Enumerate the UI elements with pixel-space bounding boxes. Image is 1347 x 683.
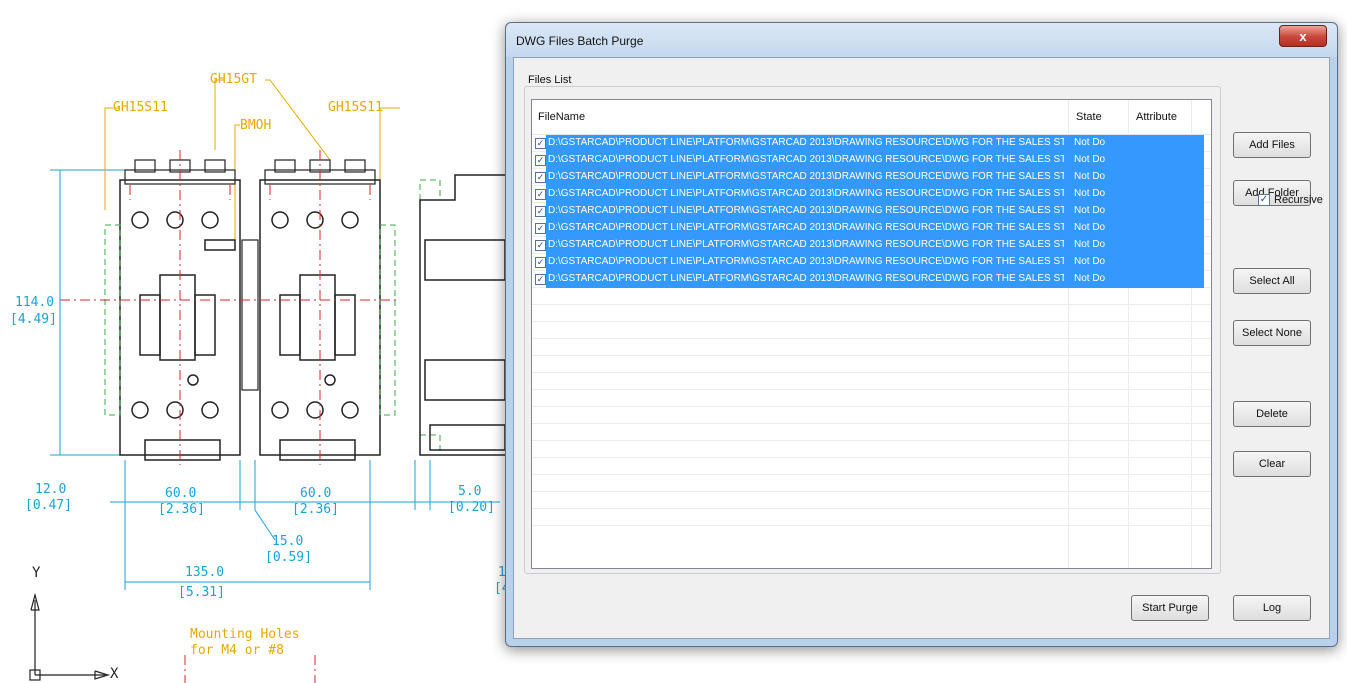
row-filename: D:\GSTARCAD\PRODUCT LINE\PLATFORM\GSTARC…: [548, 171, 1064, 182]
checkmark-icon[interactable]: ✓: [1258, 194, 1270, 207]
dim-135: 135.0: [185, 565, 225, 580]
grid-line: [532, 338, 1211, 339]
row-state: Not Do: [1074, 205, 1106, 216]
row-checkbox[interactable]: ✓: [535, 189, 546, 200]
column-state[interactable]: State: [1076, 111, 1102, 123]
row-state: Not Do: [1074, 273, 1106, 284]
table-row[interactable]: ✓ D:\GSTARCAD\PRODUCT LINE\PLATFORM\GSTAR…: [532, 220, 1211, 237]
ucs-icon: [29, 592, 111, 681]
row-filename: D:\GSTARCAD\PRODUCT LINE\PLATFORM\GSTARC…: [548, 239, 1064, 250]
row-checkbox[interactable]: ✓: [535, 223, 546, 234]
select-none-button[interactable]: Select None: [1233, 320, 1311, 346]
grid-line: [532, 440, 1211, 441]
delete-button[interactable]: Delete: [1233, 401, 1311, 427]
table-row[interactable]: ✓ D:\GSTARCAD\PRODUCT LINE\PLATFORM\GSTAR…: [532, 152, 1211, 169]
files-list[interactable]: FileName State Attribute ✓ D:\GSTARCAD\PR…: [531, 99, 1212, 569]
table-row[interactable]: ✓ D:\GSTARCAD\PRODUCT LINE\PLATFORM\GSTAR…: [532, 271, 1211, 288]
row-state: Not Do: [1074, 171, 1106, 182]
dim-114-in: [4.49]: [10, 312, 57, 327]
grid-line: [532, 491, 1211, 492]
dim-5: 5.0: [458, 484, 482, 499]
add-files-button[interactable]: Add Files: [1233, 132, 1311, 158]
dim-60a: 60.0: [165, 486, 197, 501]
dialog-title: DWG Files Batch Purge: [516, 34, 644, 48]
axis-y-label: Y: [32, 565, 41, 581]
table-row[interactable]: ✓ D:\GSTARCAD\PRODUCT LINE\PLATFORM\GSTAR…: [532, 203, 1211, 220]
row-state: Not Do: [1074, 222, 1106, 233]
grid-line: [532, 423, 1211, 424]
files-list-label: Files List: [526, 74, 574, 86]
grid-line: [532, 474, 1211, 475]
row-checkbox[interactable]: ✓: [535, 155, 546, 166]
interlock-block: [241, 239, 259, 391]
row-checkbox[interactable]: ✓: [535, 206, 546, 217]
close-icon: x: [1299, 29, 1307, 44]
dim-60b: 60.0: [300, 486, 332, 501]
row-checkbox[interactable]: ✓: [535, 240, 546, 251]
dim-12-in: [0.47]: [25, 498, 72, 513]
recursive-label: Recursive: [1274, 194, 1323, 206]
close-button[interactable]: x: [1279, 25, 1327, 47]
dialog-titlebar[interactable]: DWG Files Batch Purge x: [506, 23, 1337, 57]
batch-purge-dialog[interactable]: DWG Files Batch Purge x Files List FileN…: [505, 22, 1338, 647]
row-state: Not Do: [1074, 188, 1106, 199]
row-filename: D:\GSTARCAD\PRODUCT LINE\PLATFORM\GSTARC…: [548, 188, 1064, 199]
grid-line: [532, 389, 1211, 390]
grid-line: [532, 372, 1211, 373]
dim-5-in: [0.20]: [448, 500, 495, 515]
table-row[interactable]: ✓ D:\GSTARCAD\PRODUCT LINE\PLATFORM\GSTAR…: [532, 254, 1211, 271]
row-checkbox[interactable]: ✓: [535, 138, 546, 149]
grid-line: [532, 304, 1211, 305]
row-filename: D:\GSTARCAD\PRODUCT LINE\PLATFORM\GSTARC…: [548, 222, 1064, 233]
dim-15: 15.0: [272, 534, 304, 549]
row-filename: D:\GSTARCAD\PRODUCT LINE\PLATFORM\GSTARC…: [548, 256, 1064, 267]
label-gh15s11-right: GH15S11: [328, 100, 383, 115]
dim-60a-in: [2.36]: [158, 502, 205, 517]
center-lines: [60, 150, 400, 683]
clear-button[interactable]: Clear: [1233, 451, 1311, 477]
dim-135-in: [5.31]: [178, 585, 225, 600]
grid-line: [532, 525, 1211, 526]
row-filename: D:\GSTARCAD\PRODUCT LINE\PLATFORM\GSTARC…: [548, 137, 1064, 148]
label-gh15s11-left: GH15S11: [113, 100, 168, 115]
side-view: [419, 174, 506, 456]
dim-15-in: [0.59]: [265, 550, 312, 565]
start-purge-button[interactable]: Start Purge: [1131, 595, 1209, 621]
dim-12: 12.0: [35, 482, 67, 497]
dim-60b-in: [2.36]: [292, 502, 339, 517]
dialog-client-area: Files List FileName State Attribute ✓ D:\…: [513, 57, 1330, 639]
label-gh15gt: GH15GT: [210, 72, 257, 87]
label-bmoh: BMOH: [240, 118, 272, 133]
grid-line: [532, 406, 1211, 407]
list-header: FileName State Attribute: [532, 100, 1211, 135]
row-filename: D:\GSTARCAD\PRODUCT LINE\PLATFORM\GSTARC…: [548, 205, 1064, 216]
row-checkbox[interactable]: ✓: [535, 257, 546, 268]
row-state: Not Do: [1074, 239, 1106, 250]
select-all-button[interactable]: Select All: [1233, 268, 1311, 294]
row-checkbox[interactable]: ✓: [535, 274, 546, 285]
row-state: Not Do: [1074, 154, 1106, 165]
row-state: Not Do: [1074, 256, 1106, 267]
table-row[interactable]: ✓ D:\GSTARCAD\PRODUCT LINE\PLATFORM\GSTAR…: [532, 135, 1211, 152]
row-filename: D:\GSTARCAD\PRODUCT LINE\PLATFORM\GSTARC…: [548, 154, 1064, 165]
dimension-lines: [50, 169, 500, 590]
column-filename[interactable]: FileName: [538, 111, 585, 123]
log-button[interactable]: Log: [1233, 595, 1311, 621]
axis-x-label: X: [110, 666, 119, 682]
table-row[interactable]: ✓ D:\GSTARCAD\PRODUCT LINE\PLATFORM\GSTAR…: [532, 237, 1211, 254]
grid-line: [532, 457, 1211, 458]
recursive-checkbox[interactable]: ✓ Recursive: [1258, 194, 1323, 207]
table-row[interactable]: ✓ D:\GSTARCAD\PRODUCT LINE\PLATFORM\GSTAR…: [532, 169, 1211, 186]
note-mounting-size: for M4 or #8: [190, 643, 284, 658]
grid-line: [532, 355, 1211, 356]
row-checkbox[interactable]: ✓: [535, 172, 546, 183]
note-mounting-holes: Mounting Holes: [190, 627, 300, 642]
grid-line: [532, 508, 1211, 509]
row-filename: D:\GSTARCAD\PRODUCT LINE\PLATFORM\GSTARC…: [548, 273, 1064, 284]
grid-line: [532, 321, 1211, 322]
table-row[interactable]: ✓ D:\GSTARCAD\PRODUCT LINE\PLATFORM\GSTAR…: [532, 186, 1211, 203]
row-state: Not Do: [1074, 137, 1106, 148]
dim-114: 114.0: [15, 295, 55, 310]
column-attribute[interactable]: Attribute: [1136, 111, 1177, 123]
